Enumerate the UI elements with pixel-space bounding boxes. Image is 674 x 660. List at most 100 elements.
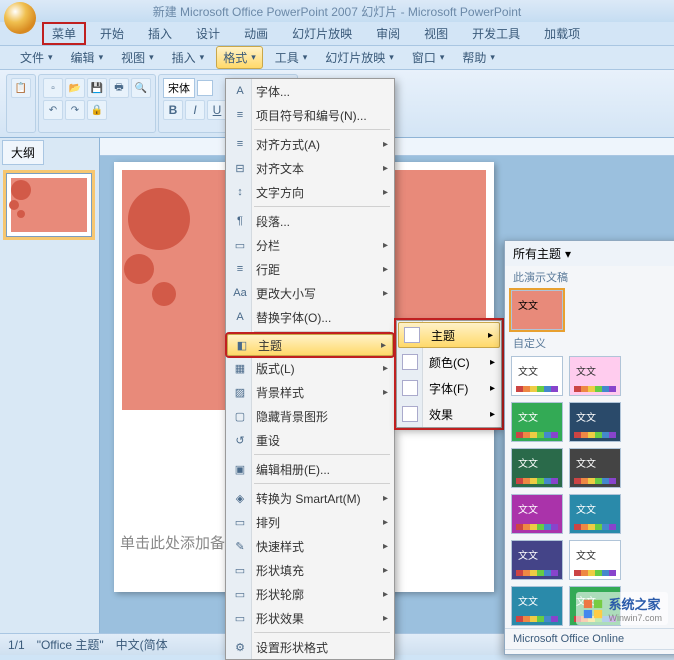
menu-kaifa[interactable]: 开发工具 [462, 22, 530, 45]
italic-icon[interactable]: I [185, 100, 205, 120]
theme-thumb-2[interactable]: 文文 [511, 402, 563, 442]
sub-item-2[interactable]: 字体(F) [397, 375, 501, 401]
watermark: 系统之家 Winwin7.com [576, 592, 668, 625]
menu-icon: ⚙ [232, 639, 248, 655]
menu-kaishi[interactable]: 开始 [90, 22, 134, 45]
fmt-item-1[interactable]: ≡项目符号和编号(N)... [226, 103, 394, 127]
tb-slideshow[interactable]: 幻灯片放映 [319, 47, 400, 68]
window-title: 新建 Microsoft Office PowerPoint 2007 幻灯片 … [153, 3, 522, 20]
theme-thumb-4[interactable]: 文文 [511, 448, 563, 488]
menu-icon: ▭ [232, 514, 248, 530]
tb-view[interactable]: 视图 [115, 47, 160, 68]
fmt-item-24[interactable]: ▭形状填充 [226, 558, 394, 582]
notes-placeholder[interactable]: 单击此处添加备 [120, 532, 225, 553]
menu-icon: A [232, 309, 248, 325]
menu-icon: ⊟ [232, 160, 248, 176]
open-icon[interactable]: 📂 [65, 78, 85, 98]
sub-item-3[interactable]: 效果 [397, 401, 501, 427]
outline-pane: 大纲 [0, 138, 100, 633]
tb-format[interactable]: 格式 [216, 46, 263, 69]
paste-icon[interactable]: 📋 [11, 78, 31, 98]
theme-thumb-current[interactable]: 文文 [511, 290, 563, 330]
menu-icon: ✎ [232, 538, 248, 554]
slide-thumb-1[interactable] [6, 173, 92, 237]
fmt-item-23[interactable]: ✎快速样式 [226, 534, 394, 558]
fmt-item-22[interactable]: ▭排列 [226, 510, 394, 534]
underline-icon[interactable]: U [207, 100, 227, 120]
tb-insert[interactable]: 插入 [166, 47, 211, 68]
office-orb-icon[interactable] [4, 2, 36, 34]
theme-thumb-3[interactable]: 文文 [569, 402, 621, 442]
menu-icon: ◧ [234, 337, 250, 353]
menu-icon: ▭ [232, 610, 248, 626]
fmt-item-9[interactable]: ≡行距 [226, 257, 394, 281]
menu-icon: ▨ [232, 384, 248, 400]
fmt-item-26[interactable]: ▭形状效果 [226, 606, 394, 630]
menu-shenyue[interactable]: 审阅 [366, 22, 410, 45]
titlebar: 新建 Microsoft Office PowerPoint 2007 幻灯片 … [0, 0, 674, 22]
chevron-down-icon: ▾ [565, 247, 571, 261]
fmt-item-19[interactable]: ▣编辑相册(E)... [226, 457, 394, 481]
tb-tools[interactable]: 工具 [269, 47, 314, 68]
fmt-item-8[interactable]: ▭分栏 [226, 233, 394, 257]
theme-thumb-8[interactable]: 文文 [511, 540, 563, 580]
fmt-item-0[interactable]: A字体... [226, 79, 394, 103]
menu-caidan[interactable]: 菜单 [42, 22, 86, 45]
fmt-item-28[interactable]: ⚙设置形状格式 [226, 635, 394, 659]
menu-icon: ¶ [232, 213, 248, 229]
fmt-item-5[interactable]: ↕文字方向 [226, 180, 394, 204]
fmt-item-10[interactable]: Aa更改大小写 [226, 281, 394, 305]
fmt-item-16[interactable]: ▢隐藏背景图形 [226, 404, 394, 428]
submenu-icon [404, 327, 420, 343]
fmt-item-17[interactable]: ↺重设 [226, 428, 394, 452]
menu-donghua[interactable]: 动画 [234, 22, 278, 45]
theme-thumb-9[interactable]: 文文 [569, 540, 621, 580]
menu-sheji[interactable]: 设计 [186, 22, 230, 45]
bold-icon[interactable]: B [163, 100, 183, 120]
fmt-item-3[interactable]: ≡对齐方式(A) [226, 132, 394, 156]
gallery-browse[interactable]: 浏览主题... [505, 649, 674, 655]
undo-icon[interactable]: ↶ [43, 100, 63, 120]
new-icon[interactable]: ▫ [43, 78, 63, 98]
theme-thumb-1[interactable]: 文文 [569, 356, 621, 396]
theme-thumb-7[interactable]: 文文 [569, 494, 621, 534]
menu-fangyingfangying[interactable]: 幻灯片放映 [282, 22, 362, 45]
status-page: 1/1 [8, 638, 25, 652]
save-icon[interactable]: 💾 [87, 78, 107, 98]
theme-thumb-10[interactable]: 文文 [511, 586, 563, 626]
fmt-item-25[interactable]: ▭形状轮廓 [226, 582, 394, 606]
menu-icon: ▦ [232, 360, 248, 376]
menu-charu[interactable]: 插入 [138, 22, 182, 45]
gallery-office-online[interactable]: Microsoft Office Online [505, 628, 674, 649]
perm-icon[interactable]: 🔒 [87, 100, 107, 120]
fmt-item-7[interactable]: ¶段落... [226, 209, 394, 233]
print-icon[interactable]: 🖶 [109, 78, 129, 98]
preview-icon[interactable]: 🔍 [131, 78, 151, 98]
menu-shitu[interactable]: 视图 [414, 22, 458, 45]
fmt-item-21[interactable]: ◈转换为 SmartArt(M) [226, 486, 394, 510]
tb-help[interactable]: 帮助 [456, 47, 501, 68]
fmt-item-11[interactable]: A替换字体(O)... [226, 305, 394, 329]
tb-file[interactable]: 文件 [14, 47, 59, 68]
sub-item-0[interactable]: 主题 [398, 322, 500, 348]
format-menu: A字体...≡项目符号和编号(N)... ≡对齐方式(A)⊟对齐文本↕文字方向 ¶段… [225, 78, 395, 660]
fmt-item-15[interactable]: ▨背景样式 [226, 380, 394, 404]
theme-thumb-5[interactable]: 文文 [569, 448, 621, 488]
font-select[interactable]: 宋体 [163, 78, 195, 98]
fmt-item-14[interactable]: ▦版式(L) [226, 356, 394, 380]
theme-thumb-6[interactable]: 文文 [511, 494, 563, 534]
menu-jiazai[interactable]: 加载项 [534, 22, 590, 45]
redo-icon[interactable]: ↷ [65, 100, 85, 120]
sub-item-1[interactable]: 颜色(C) [397, 349, 501, 375]
theme-thumb-0[interactable]: 文文 [511, 356, 563, 396]
tb-window[interactable]: 窗口 [406, 47, 451, 68]
tb-edit[interactable]: 编辑 [65, 47, 110, 68]
gallery-header[interactable]: 所有主题 [513, 245, 561, 262]
menu-icon: ▭ [232, 237, 248, 253]
submenu-icon [402, 380, 418, 396]
submenu-icon [402, 354, 418, 370]
outline-tab[interactable]: 大纲 [2, 140, 44, 165]
fmt-item-13[interactable]: ◧主题 [227, 334, 393, 356]
size-select[interactable] [197, 80, 213, 96]
fmt-item-4[interactable]: ⊟对齐文本 [226, 156, 394, 180]
